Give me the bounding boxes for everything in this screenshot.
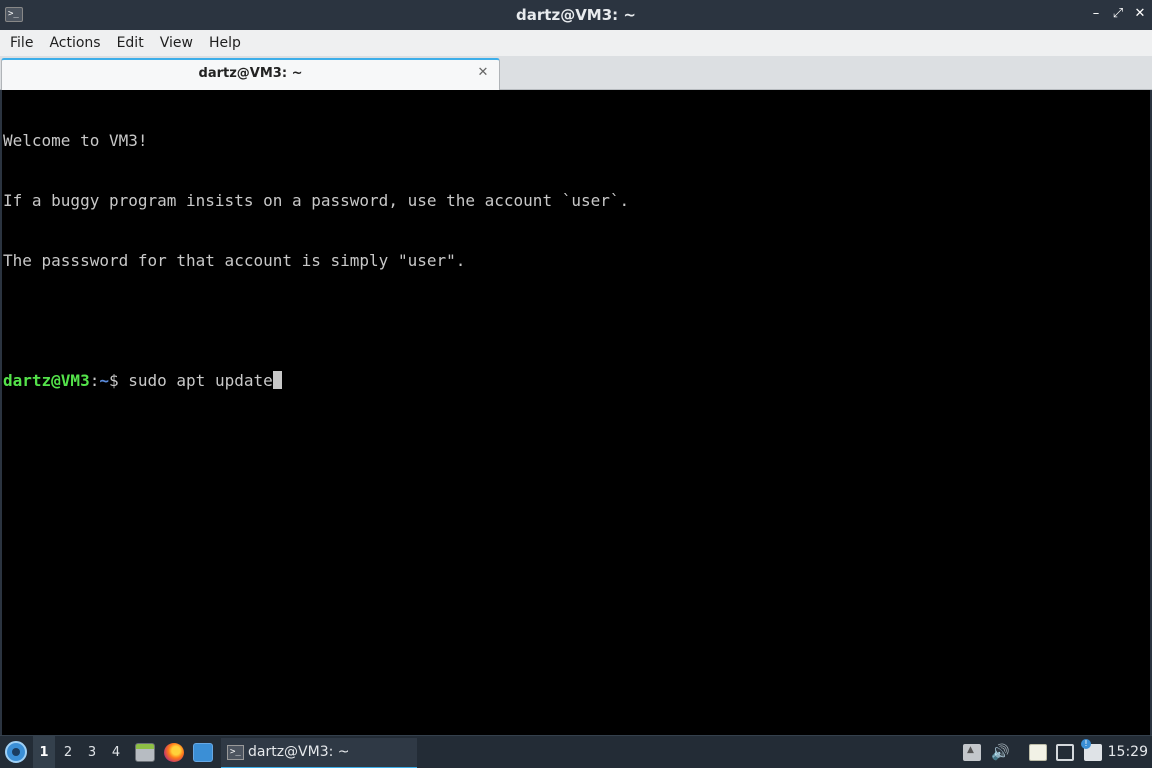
terminal-command-input[interactable]: sudo apt update [128,371,273,390]
show-desktop-icon[interactable] [193,743,213,762]
desktop-switch-3[interactable]: 3 [81,736,103,768]
prompt-symbol: $ [108,371,129,390]
start-menu-icon[interactable] [5,741,27,763]
menu-help[interactable]: Help [201,30,249,56]
terminal-line: The passsword for that account is simply… [3,251,466,270]
network-icon[interactable] [1056,744,1074,761]
clock[interactable]: 15:29 [1108,736,1148,768]
taskbar: 1 2 3 4 >_ dartz@VM3: ~ 🔊 15:29 [0,735,1152,768]
prompt-path: ~ [99,371,109,390]
tab-label: dartz@VM3: ~ [198,66,303,81]
tab-close-icon[interactable]: ✕ [476,66,490,80]
menu-view[interactable]: View [152,30,201,56]
desktop-switch-4[interactable]: 4 [105,736,127,768]
menu-edit[interactable]: Edit [109,30,152,56]
close-button[interactable]: ✕ [1132,6,1148,22]
window-title: dartz@VM3: ~ [516,6,636,24]
tab-bar: dartz@VM3: ~ ✕ [0,56,1152,90]
taskbar-window-label: dartz@VM3: ~ [248,744,350,760]
file-manager-icon[interactable] [135,743,155,762]
volume-icon[interactable]: 🔊 [991,744,1010,761]
terminal-area[interactable]: Welcome to VM3! If a buggy program insis… [0,90,1152,735]
window-titlebar[interactable]: >_ dartz@VM3: ~ – ⤢ ✕ [0,0,1152,30]
terminal-task-icon: >_ [227,745,244,760]
menu-bar: File Actions Edit View Help [0,30,1152,56]
tab-terminal[interactable]: dartz@VM3: ~ ✕ [1,58,500,90]
text-cursor [272,371,282,389]
clipboard-icon[interactable] [1029,744,1047,761]
taskbar-window-terminal[interactable]: >_ dartz@VM3: ~ [221,738,417,768]
terminal-line: If a buggy program insists on a password… [3,191,630,210]
menu-file[interactable]: File [2,30,41,56]
firefox-icon[interactable] [164,743,184,762]
terminal-prompt-line: dartz@VM3:~$ sudo apt update [3,371,1150,391]
desktop-switch-2[interactable]: 2 [57,736,79,768]
desktop-switch-1[interactable]: 1 [33,736,55,768]
terminal-line: Welcome to VM3! [3,131,148,150]
maximize-button[interactable]: ⤢ [1110,6,1126,22]
minimize-button[interactable]: – [1088,6,1104,22]
tray-expand-icon[interactable] [963,744,981,761]
update-notifier-icon[interactable] [1081,739,1102,761]
prompt-user-host: dartz@VM3 [3,371,90,390]
menu-actions[interactable]: Actions [41,30,108,56]
prompt-separator: : [89,371,100,390]
